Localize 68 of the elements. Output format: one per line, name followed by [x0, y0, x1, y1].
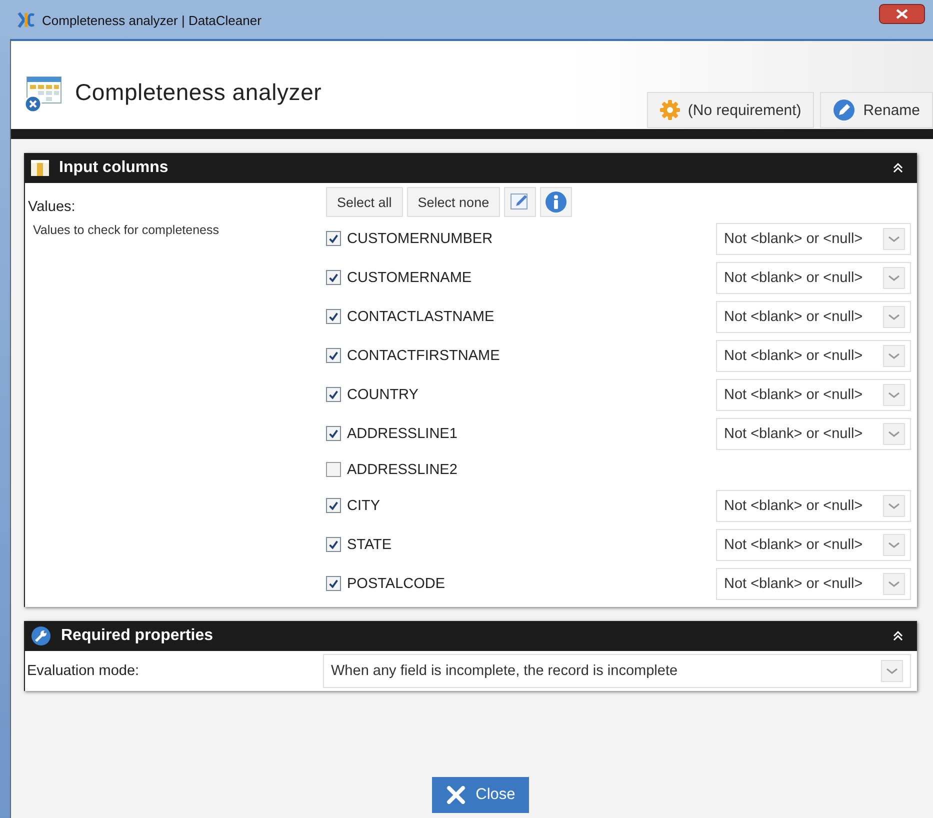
caret-icon — [883, 344, 905, 366]
condition-dropdown[interactable]: Not <blank> or <null> — [716, 568, 911, 600]
caret-icon — [883, 228, 905, 250]
evaluation-mode-dropdown[interactable]: When any field is incomplete, the record is incomplete — [323, 654, 911, 688]
edit-icon — [510, 193, 530, 211]
checkbox[interactable] — [326, 576, 341, 591]
close-icon — [446, 786, 466, 804]
condition-dropdown[interactable]: Not <blank> or <null> — [716, 262, 911, 294]
checkbox[interactable] — [326, 537, 341, 552]
info-icon — [545, 191, 568, 213]
analyzer-title: Completeness analyzer — [75, 79, 323, 106]
pencil-icon — [833, 99, 856, 121]
checkbox[interactable] — [326, 348, 341, 363]
window-title: Completeness analyzer | DataCleaner — [42, 12, 262, 28]
column-name: CONTACTFIRSTNAME — [347, 348, 501, 364]
column-name: ADDRESSLINE2 — [347, 462, 458, 478]
column-name: CUSTOMERNAME — [347, 270, 473, 286]
column-name: CONTACTLASTNAME — [347, 308, 496, 324]
values-description: Values to check for completeness — [33, 223, 220, 237]
condition-dropdown[interactable]: Not <blank> or <null> — [716, 378, 911, 410]
values-label: Values: — [28, 199, 76, 215]
caret-icon — [883, 384, 905, 406]
section-title: Required properties — [61, 627, 214, 645]
condition-dropdown[interactable]: Not <blank> or <null> — [716, 222, 911, 254]
section-header[interactable]: Required properties — [25, 621, 917, 651]
checkbox[interactable] — [326, 309, 341, 324]
wrench-icon — [31, 626, 51, 646]
caret-icon — [883, 572, 905, 594]
condition-dropdown[interactable]: Not <blank> or <null> — [716, 528, 911, 560]
collapse-icon[interactable] — [893, 163, 903, 173]
column-name: CUSTOMERNUMBER — [347, 230, 494, 246]
collapse-icon[interactable] — [893, 631, 903, 641]
caret-icon — [883, 306, 905, 328]
caret-icon — [883, 422, 905, 444]
caret-icon — [883, 266, 905, 288]
info-button[interactable] — [540, 187, 572, 217]
rename-button[interactable]: Rename — [820, 92, 933, 128]
columns-icon — [31, 160, 49, 176]
column-name: COUNTRY — [347, 386, 420, 402]
close-button[interactable]: Close — [432, 777, 530, 813]
condition-dropdown[interactable]: Not <blank> or <null> — [716, 300, 911, 332]
section-title: Input columns — [59, 159, 170, 177]
gear-icon — [660, 100, 680, 120]
checkbox[interactable] — [326, 231, 341, 246]
caret-icon — [883, 534, 905, 556]
app-logo-icon — [16, 11, 36, 29]
column-name: STATE — [347, 536, 393, 552]
caret-icon — [881, 660, 903, 682]
requirement-button[interactable]: (No requirement) — [646, 92, 814, 128]
checkbox[interactable] — [326, 270, 341, 285]
condition-dropdown[interactable]: Not <blank> or <null> — [716, 490, 911, 522]
section-header[interactable]: Input columns — [25, 153, 917, 183]
edit-button[interactable] — [504, 187, 536, 217]
column-name: ADDRESSLINE1 — [347, 426, 458, 442]
property-label: Evaluation mode: — [27, 663, 140, 679]
column-name: POSTALCODE — [347, 576, 446, 592]
condition-dropdown[interactable]: Not <blank> or <null> — [716, 418, 911, 450]
caret-icon — [883, 494, 905, 516]
checkbox[interactable] — [326, 387, 341, 402]
select-button[interactable]: Select none — [406, 187, 500, 217]
checkbox[interactable] — [326, 426, 341, 441]
condition-dropdown[interactable]: Not <blank> or <null> — [716, 340, 911, 372]
checkbox[interactable] — [326, 498, 341, 513]
checkbox[interactable] — [326, 462, 341, 477]
column-name: CITY — [347, 498, 382, 514]
select-button[interactable]: Select all — [326, 187, 403, 217]
close-icon[interactable] — [879, 4, 925, 24]
table-analyzer-icon — [23, 75, 63, 113]
